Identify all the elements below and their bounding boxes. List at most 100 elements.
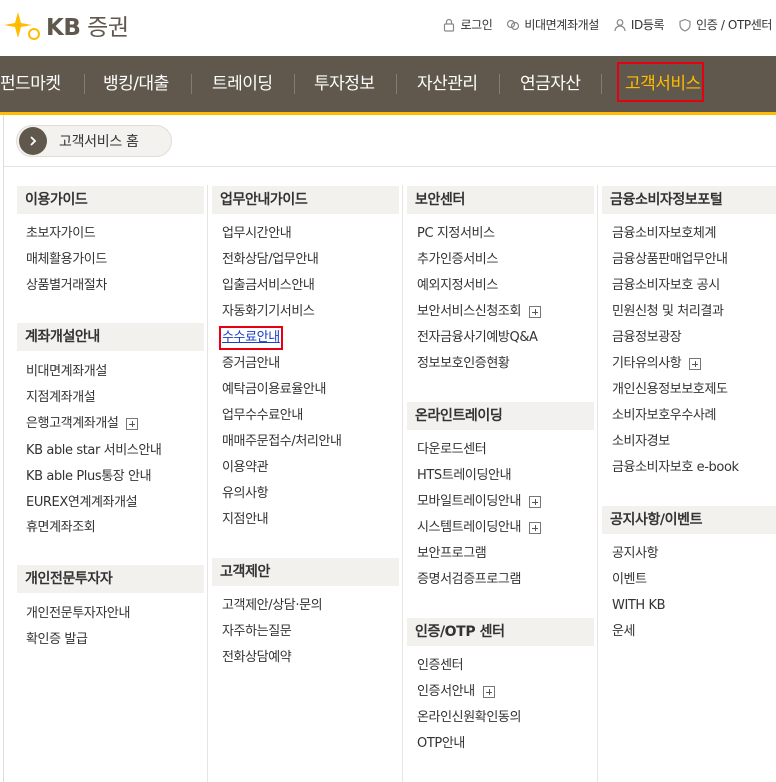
util-id-register-label: ID등록 bbox=[630, 18, 665, 32]
section-title: 계좌개설안내 bbox=[17, 323, 204, 351]
menu-item[interactable]: 이용약관 bbox=[222, 459, 269, 477]
expand-plus-icon[interactable] bbox=[529, 306, 542, 318]
home-button-label: 고객서비스 홈 bbox=[59, 134, 139, 150]
menu-item[interactable]: 자동화기기서비스 bbox=[222, 303, 315, 321]
menu-item[interactable]: 고객제안/상담·문의 bbox=[222, 597, 323, 615]
gnb-divider bbox=[84, 74, 85, 94]
menu-item[interactable]: 증명서검증프로그램 bbox=[417, 571, 521, 589]
menu-item[interactable]: 금융소비자보호체계 bbox=[612, 225, 716, 243]
menu-item[interactable]: 개인전문투자자안내 bbox=[26, 605, 130, 623]
menu-item[interactable]: 확인증 발급 bbox=[26, 631, 88, 649]
menu-item[interactable]: 매매주문접수/처리안내 bbox=[222, 433, 342, 451]
menu-item[interactable]: 온라인신원확인동의 bbox=[417, 709, 521, 727]
menu-item[interactable]: KB able Plus통장 안내 bbox=[26, 468, 152, 486]
menu-item[interactable]: EUREX연계계좌개설 bbox=[26, 494, 138, 512]
gnb-divider bbox=[191, 74, 192, 94]
gnb-item-invest-info[interactable]: 투자정보 bbox=[314, 56, 375, 112]
menu-item[interactable]: 모바일트레이딩안내 bbox=[417, 493, 542, 511]
menu-item[interactable]: 상품별거래절차 bbox=[26, 277, 107, 295]
menu-item[interactable]: 은행고객계좌개설 bbox=[26, 415, 139, 433]
expand-plus-icon[interactable] bbox=[529, 522, 542, 534]
gnb-item-banking[interactable]: 뱅킹/대출 bbox=[103, 56, 169, 112]
menu-item-label: 은행고객계좌개설 bbox=[26, 416, 119, 431]
gnb-item-pension[interactable]: 연금자산 bbox=[520, 56, 581, 112]
menu-item-label: 기타유의사항 bbox=[612, 356, 682, 371]
menu-item[interactable]: 보안프로그램 bbox=[417, 545, 487, 563]
menu-item[interactable]: 비대면계좌개설 bbox=[26, 363, 107, 381]
section-title: 업무안내가이드 bbox=[212, 186, 399, 214]
customer-service-home-button[interactable]: 고객서비스 홈 bbox=[16, 125, 172, 157]
util-id-register[interactable]: ID등록 bbox=[613, 16, 665, 33]
menu-item[interactable]: 시스템트레이딩안내 bbox=[417, 519, 542, 537]
menu-item[interactable]: 증거금안내 bbox=[222, 355, 280, 373]
expand-plus-icon[interactable] bbox=[482, 686, 495, 698]
menu-item[interactable]: 기타유의사항 bbox=[612, 355, 702, 373]
menu-item[interactable]: 민원신청 및 처리결과 bbox=[612, 303, 724, 321]
menu-item[interactable]: 유의사항 bbox=[222, 485, 269, 503]
menu-item[interactable]: 소비자보호우수사례 bbox=[612, 407, 716, 425]
menu-item[interactable]: OTP안내 bbox=[417, 735, 465, 753]
menu-item-label: 시스템트레이딩안내 bbox=[417, 520, 522, 535]
mega-menu-panel: 고객서비스 홈 이용가이드 초보자가이드 매체활용가이드 상품별거래절차 계좌개… bbox=[3, 115, 776, 782]
menu-item[interactable]: PC 지정서비스 bbox=[417, 225, 495, 243]
menu-item[interactable]: 매체활용가이드 bbox=[26, 251, 107, 269]
gnb-item-trading[interactable]: 트레이딩 bbox=[212, 56, 273, 112]
util-login[interactable]: 로그인 bbox=[442, 16, 493, 33]
menu-item[interactable]: 휴면계좌조회 bbox=[26, 519, 96, 537]
menu-item[interactable]: KB able star 서비스안내 bbox=[26, 442, 162, 460]
menu-item[interactable]: 인증센터 bbox=[417, 657, 464, 675]
section-title: 인증/OTP 센터 bbox=[407, 618, 594, 646]
panel-divider bbox=[4, 166, 776, 167]
menu-item[interactable]: 정보보호인증현황 bbox=[417, 355, 510, 373]
menu-item[interactable]: WITH KB bbox=[612, 597, 666, 615]
expand-plus-icon[interactable] bbox=[689, 358, 702, 370]
gnb-item-fund[interactable]: 펀드마켓 bbox=[0, 56, 61, 112]
link-icon bbox=[507, 19, 520, 30]
util-cert-otp-label: 인증 / OTP센터 bbox=[696, 18, 772, 32]
menu-item[interactable]: 초보자가이드 bbox=[26, 225, 96, 243]
gnb-divider bbox=[294, 74, 295, 94]
menu-item[interactable]: HTS트레이딩안내 bbox=[417, 467, 512, 485]
menu-item[interactable]: 자주하는질문 bbox=[222, 623, 292, 641]
section-title: 공지사항/이벤트 bbox=[602, 506, 776, 534]
menu-item[interactable]: 소비자경보 bbox=[612, 433, 670, 451]
menu-item[interactable]: 다운로드센터 bbox=[417, 441, 487, 459]
menu-item-fee-guide-selected[interactable]: 수수료안내 bbox=[219, 326, 283, 350]
menu-item[interactable]: 공지사항 bbox=[612, 545, 659, 563]
menu-item[interactable]: 예외지정서비스 bbox=[417, 277, 498, 295]
menu-item[interactable]: 개인신용정보보호제도 bbox=[612, 381, 728, 399]
menu-item[interactable]: 인증서안내 bbox=[417, 683, 495, 701]
menu-item[interactable]: 업무수수료안내 bbox=[222, 407, 303, 425]
expand-plus-icon[interactable] bbox=[529, 496, 542, 508]
menu-item[interactable]: 업무시간안내 bbox=[222, 225, 292, 243]
section-title: 보안센터 bbox=[407, 186, 594, 214]
util-open-account[interactable]: 비대면계좌개설 bbox=[506, 16, 599, 33]
menu-item[interactable]: 지점안내 bbox=[222, 511, 269, 529]
column-divider bbox=[402, 185, 403, 782]
util-open-account-label: 비대면계좌개설 bbox=[524, 18, 599, 32]
menu-item[interactable]: 금융소비자보호 공시 bbox=[612, 277, 720, 295]
util-cert-otp[interactable]: 인증 / OTP센터 bbox=[678, 16, 772, 33]
section-title: 온라인트레이딩 bbox=[407, 402, 594, 430]
menu-item[interactable]: 전자금융사기예방Q&A bbox=[417, 329, 538, 347]
menu-item[interactable]: 입출금서비스안내 bbox=[222, 277, 315, 295]
kb-logo[interactable]: KB 증권 bbox=[2, 8, 129, 42]
menu-item[interactable]: 보안서비스신청조회 bbox=[417, 303, 542, 321]
expand-plus-icon[interactable] bbox=[126, 418, 139, 430]
menu-item[interactable]: 전화상담/업무안내 bbox=[222, 251, 319, 269]
lock-icon bbox=[444, 18, 455, 32]
menu-item[interactable]: 추가인증서비스 bbox=[417, 251, 498, 269]
menu-item[interactable]: 금융소비자보호 e-book bbox=[612, 459, 739, 477]
menu-item[interactable]: 금융상품판매업무안내 bbox=[612, 251, 728, 269]
menu-item[interactable]: 운세 bbox=[612, 623, 636, 641]
menu-item[interactable]: 금융정보광장 bbox=[612, 329, 682, 347]
menu-item-label: 인증서안내 bbox=[417, 684, 475, 699]
chevron-right-icon bbox=[19, 127, 47, 155]
menu-item[interactable]: 이벤트 bbox=[612, 571, 647, 589]
util-login-label: 로그인 bbox=[460, 18, 493, 32]
menu-item[interactable]: 예탁금이용료율안내 bbox=[222, 381, 326, 399]
kb-star-logo-icon bbox=[4, 12, 40, 40]
gnb-item-asset[interactable]: 자산관리 bbox=[417, 56, 478, 112]
menu-item[interactable]: 전화상담예약 bbox=[222, 649, 292, 667]
menu-item[interactable]: 지점계좌개설 bbox=[26, 389, 96, 407]
